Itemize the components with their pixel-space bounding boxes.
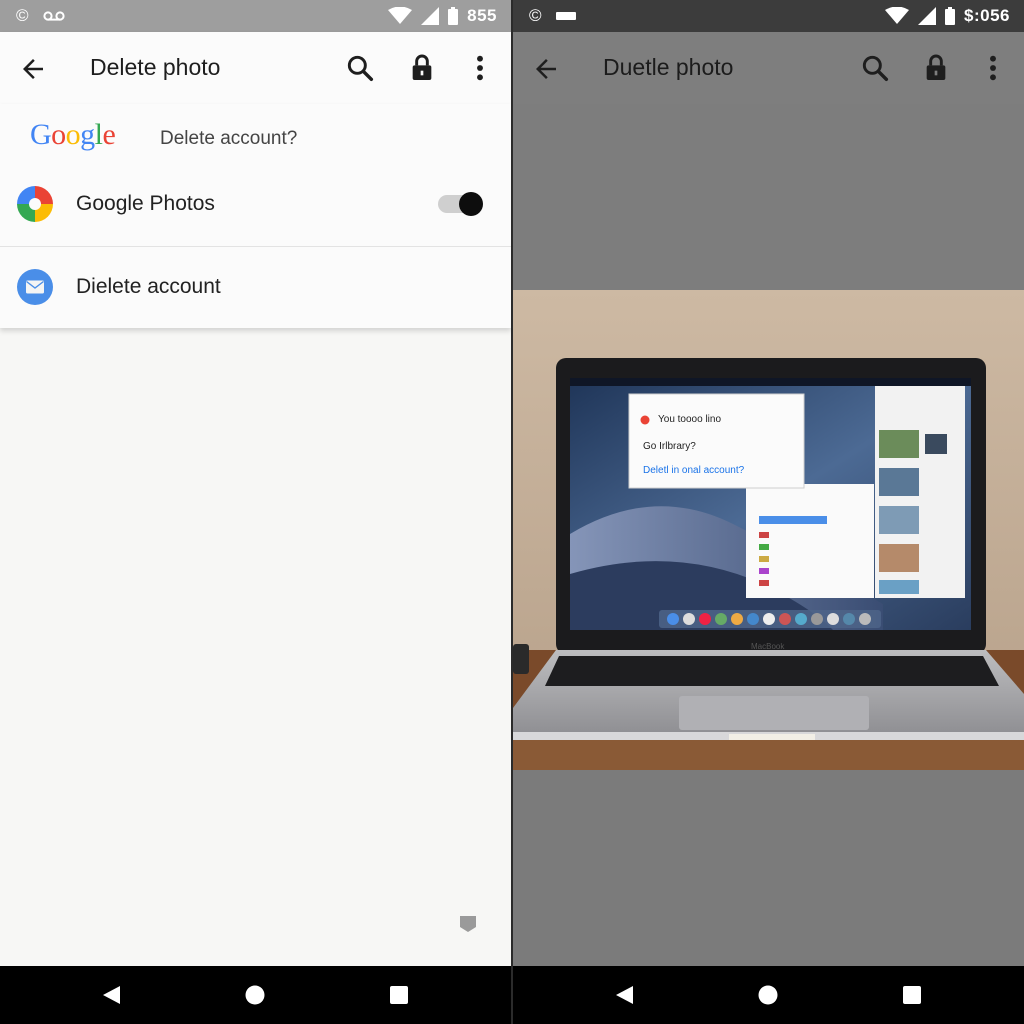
delete-account-question: Delete account? [160, 128, 298, 149]
more-vert-icon[interactable] [464, 52, 496, 84]
nav-home-icon[interactable] [244, 984, 266, 1006]
wifi-icon [885, 7, 910, 24]
delete-account-label: Dielete account [76, 274, 221, 298]
back-arrow-icon[interactable] [531, 54, 561, 84]
google-photos-icon [17, 186, 53, 222]
status-time: 855 [467, 6, 497, 25]
signal-icon [421, 7, 440, 25]
nav-recents-icon[interactable] [388, 984, 410, 1006]
status-bar: © 855 [0, 0, 511, 32]
search-icon[interactable] [344, 52, 376, 84]
page-title: Duetle photo [603, 54, 734, 80]
toggle-thumb [459, 192, 483, 216]
wifi-icon [388, 7, 413, 24]
voicemail-icon [42, 11, 65, 21]
nav-back-icon[interactable] [100, 984, 122, 1006]
mail-icon [17, 269, 53, 305]
battery-icon [448, 7, 459, 25]
page-title: Delete photo [90, 54, 221, 80]
laptop-photo [513, 104, 1024, 966]
feedback-icon[interactable] [458, 914, 478, 934]
search-icon[interactable] [859, 52, 891, 84]
laptop-dialog-link: Deletl in onal account? [643, 465, 745, 476]
delete-account-row[interactable]: Dielete account [0, 246, 511, 326]
more-vert-icon[interactable] [977, 52, 1009, 84]
back-arrow-icon[interactable] [18, 54, 48, 84]
status-app-glyph: © [16, 6, 29, 25]
status-app-glyph: © [529, 6, 542, 25]
app-bar: Duetle photo [513, 32, 1024, 104]
laptop-brand: MacBook [751, 642, 785, 651]
notification-bar-icon [555, 12, 576, 20]
google-photos-row[interactable]: Google Photos [0, 164, 511, 244]
navigation-bar [0, 966, 511, 1024]
google-photos-toggle[interactable] [438, 192, 484, 216]
nav-recents-icon[interactable] [901, 984, 923, 1006]
left-screen: © 855 Delete photo Google Delete account… [0, 0, 511, 1024]
google-photos-label: Google Photos [76, 192, 215, 215]
app-bar: Delete photo [0, 32, 511, 104]
navigation-bar [513, 966, 1024, 1024]
status-time: $:056 [964, 6, 1010, 25]
google-logo: Google [30, 118, 116, 151]
lock-icon[interactable] [920, 52, 952, 84]
nav-back-icon[interactable] [613, 984, 635, 1006]
signal-icon [918, 7, 937, 25]
status-bar: © $:056 [513, 0, 1024, 32]
laptop-dialog-line: Go Irlbrary? [643, 441, 696, 452]
nav-home-icon[interactable] [757, 984, 779, 1006]
lock-icon[interactable] [406, 52, 438, 84]
battery-icon [945, 7, 956, 25]
right-screen: © $:056 Duetle photo You toooo lino Go I… [513, 0, 1024, 1024]
laptop-dialog-heading: You toooo lino [658, 414, 722, 425]
